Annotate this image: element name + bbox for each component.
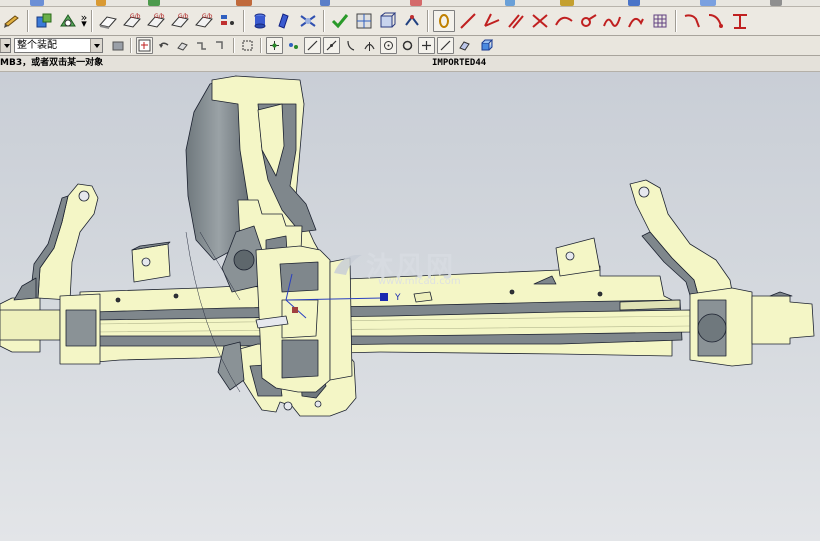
undo-icon[interactable] [155,37,172,54]
endpoint-icon[interactable] [285,37,302,54]
svg-text:G/b: G/b [178,13,189,20]
toolbar-separator [675,10,677,32]
point-icon[interactable] [212,37,229,54]
pattern-icon[interactable] [273,10,295,32]
toolbar-fragment [236,0,252,6]
curve-snap-icon[interactable] [323,37,340,54]
toolbar-fragment [560,0,574,6]
spline-icon[interactable] [553,10,575,32]
watermark-url: www.mfcad.com [378,276,461,287]
assembly-section-model[interactable]: Y [0,72,820,541]
angle-line-icon[interactable] [457,10,479,32]
watermark: 沐风网 www.mfcad.com [330,245,500,293]
circle-snap-icon[interactable] [399,37,416,54]
edge-blend-icon[interactable]: G/b [121,10,143,32]
toolbar-fragment [628,0,640,6]
svg-text:G/b: G/b [202,13,213,20]
mate-constraint-icon[interactable] [57,10,79,32]
face-color-icon[interactable]: G/b [169,10,191,32]
toolbar-fragment [700,0,716,6]
top-toolbar-strip [0,0,820,7]
type-filter-dropdown[interactable] [0,38,11,53]
part-name-status: IMPORTED44 [432,58,487,68]
extend-curve-icon[interactable] [729,10,751,32]
watermark-logo-icon [334,254,362,275]
fillet-arc-icon[interactable] [681,10,703,32]
snap-point-icon[interactable] [401,10,423,32]
plus-icon[interactable] [418,37,435,54]
curve-icon[interactable] [529,10,551,32]
toolbar-separator [233,38,235,53]
svg-text:G/b: G/b [154,13,165,20]
cue-line-prompt: MB3，或者双击某一对象 [0,58,104,68]
toolbar-separator [260,38,262,53]
face-snap-icon[interactable] [456,37,473,54]
right-end-fitting [751,295,815,345]
hatch-icon[interactable] [625,10,647,32]
arc-icon[interactable] [649,10,671,32]
trim-icon[interactable] [577,10,599,32]
toolbar-separator [27,10,29,32]
component-icon[interactable] [109,37,126,54]
toolbar-fragment [148,0,160,6]
solid-body-icon[interactable] [478,37,495,54]
center-icon[interactable] [361,37,378,54]
left-yoke-arm [37,183,99,301]
bridge-icon[interactable] [601,10,623,32]
right-bracket [555,237,601,277]
offset-curve-icon[interactable] [705,10,727,32]
add-component-icon[interactable] [33,10,55,32]
selection-toolbar: 整个装配 [0,36,820,56]
toolbar-fragment [410,0,422,6]
overflow-icon[interactable]: » ▾ [80,12,88,29]
measure-icon[interactable] [297,10,319,32]
toolbar-separator [243,10,245,32]
toolbar-fragment [770,0,782,6]
assembly-filter-value: 整个装配 [17,40,57,51]
vertex-snap-icon[interactable] [266,37,283,54]
toolbar-separator [91,10,93,32]
section-icon[interactable] [353,10,375,32]
analysis-icon[interactable] [329,10,351,32]
select-box-icon[interactable] [136,37,153,54]
wireframe-box-icon[interactable] [377,10,399,32]
layer-list-icon[interactable] [217,10,239,32]
left-bracket [131,243,171,283]
arc-center-icon[interactable] [380,37,397,54]
svg-text:G/b: G/b [130,13,141,20]
toolbar-separator [130,38,132,53]
pencil-icon[interactable] [1,10,23,32]
shade-face-icon[interactable] [97,10,119,32]
cross-icon[interactable] [505,10,527,32]
cylinder-icon[interactable] [249,10,271,32]
triad-y-handle [380,293,388,301]
status-bar: MB3，或者双击某一对象 IMPORTED44 [0,56,820,72]
parallel-icon[interactable] [481,10,503,32]
left-end-shaft [0,309,61,341]
assembly-filter-dropdown[interactable]: 整个装配 [14,38,103,53]
toolbar-fragment [30,0,44,6]
toolbar-fragment [320,0,330,6]
color-edit-icon[interactable]: G/b [145,10,167,32]
variable-blend-icon[interactable]: G/b [193,10,215,32]
on-curve-icon[interactable] [437,37,454,54]
toolbar-fragment [505,0,515,6]
link-icon[interactable] [193,37,210,54]
toolbar-separator [323,10,325,32]
chevron-down-icon[interactable] [90,39,102,52]
main-toolbar: » ▾ G/b G/b G/b G/b [0,7,820,36]
line-icon[interactable] [433,10,455,32]
triad-y-label: Y [394,293,401,303]
toolbar-fragment [96,0,106,6]
midpoint-icon[interactable] [304,37,321,54]
shapes-icon[interactable] [174,37,191,54]
rectangle-select-icon[interactable] [239,37,256,54]
toolbar-separator [427,10,429,32]
quadrant-icon[interactable] [342,37,359,54]
graphics-viewport[interactable]: Y 沐风网 www.mfcad.com [0,72,820,541]
